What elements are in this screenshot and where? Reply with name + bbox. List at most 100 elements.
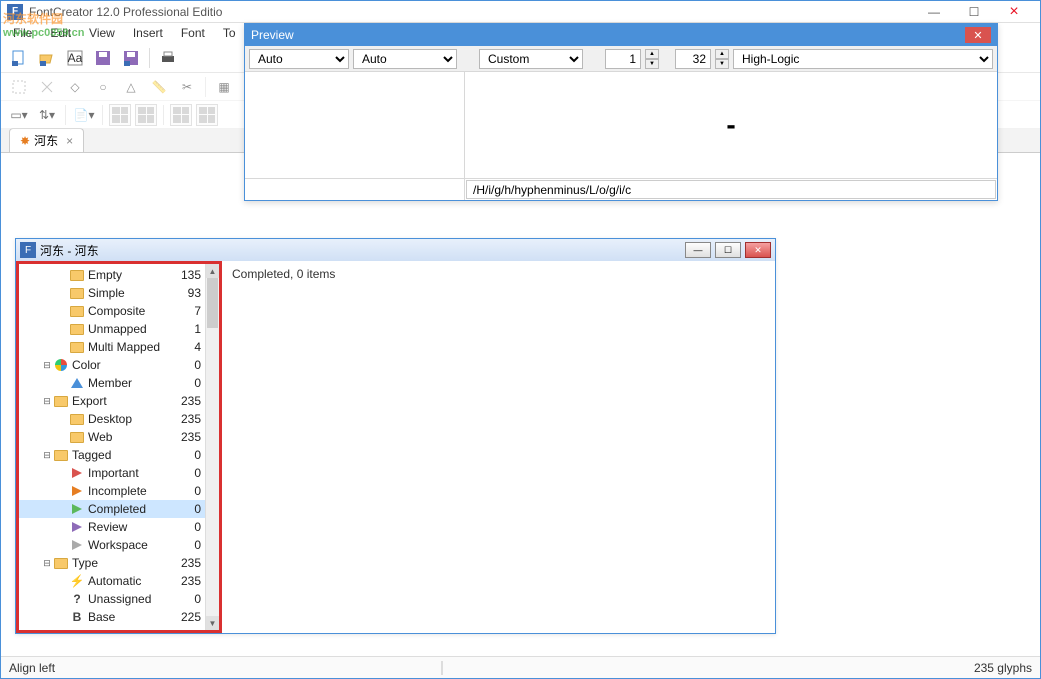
preview-num1-input[interactable] — [605, 49, 641, 69]
tool-icon[interactable] — [35, 75, 59, 99]
new-button[interactable] — [7, 46, 31, 70]
save2-button[interactable] — [119, 46, 143, 70]
triangle-icon — [69, 376, 85, 390]
tree-item-color[interactable]: ⊟Color0 — [19, 356, 219, 374]
preview-font-select[interactable]: High-Logic — [733, 49, 993, 69]
tree-item-type[interactable]: ⊟ Type235 — [19, 554, 219, 572]
color-wheel-icon — [53, 358, 69, 372]
save-button[interactable] — [91, 46, 115, 70]
select-rect-icon[interactable] — [7, 75, 31, 99]
menu-font[interactable]: Font — [173, 24, 213, 42]
tree-item-completed[interactable]: Completed0 — [19, 500, 219, 518]
tree-item-review[interactable]: Review0 — [19, 518, 219, 536]
tool3-icon[interactable]: ○ — [91, 75, 115, 99]
separator — [149, 48, 150, 68]
grid1-button[interactable] — [109, 104, 131, 126]
tree-item-workspace[interactable]: Workspace0 — [19, 536, 219, 554]
minimize-button[interactable]: — — [914, 2, 954, 22]
tree-scrollbar[interactable]: ▲ ▼ — [205, 264, 219, 630]
grid3-button[interactable] — [170, 104, 192, 126]
expander-icon[interactable]: ⊟ — [41, 450, 53, 461]
preview-num2-input[interactable] — [675, 49, 711, 69]
tree-count: 235 — [177, 574, 201, 588]
tree-item-multi-mapped[interactable]: Multi Mapped4 — [19, 338, 219, 356]
tree-item-tagged[interactable]: ⊟Tagged0 — [19, 446, 219, 464]
tree-count: 0 — [177, 358, 201, 372]
preview-titlebar[interactable]: Preview ✕ — [245, 24, 997, 46]
child-titlebar[interactable]: F 河东 - 河东 — ☐ ✕ — [16, 239, 775, 261]
tree-item-desktop[interactable]: Desktop235 — [19, 410, 219, 428]
tree-item-simple[interactable]: Simple93 — [19, 284, 219, 302]
open-button[interactable] — [35, 46, 59, 70]
tree-item-ligature[interactable]: fiLigature0 — [19, 626, 219, 633]
tree-label: Tagged — [72, 448, 177, 462]
tool4-icon[interactable]: △ — [119, 75, 143, 99]
scroll-down-icon[interactable]: ▼ — [206, 616, 219, 630]
preview-input-left[interactable] — [245, 179, 465, 200]
tree-count: 0 — [177, 592, 201, 606]
tree-count: 235 — [177, 556, 201, 570]
tree-item-base[interactable]: BBase225 — [19, 608, 219, 626]
tree-label: Simple — [88, 286, 177, 300]
spinner2[interactable]: ▲▼ — [715, 49, 729, 69]
maximize-button[interactable]: ☐ — [954, 2, 994, 22]
tab-hedong[interactable]: ✸ 河东 × — [9, 128, 84, 152]
preview-close-button[interactable]: ✕ — [965, 27, 991, 43]
expander-icon[interactable]: ⊟ — [41, 396, 53, 407]
layout1-button[interactable]: ▭▾ — [7, 103, 31, 127]
tree-item-web[interactable]: Web235 — [19, 428, 219, 446]
grid2-button[interactable] — [135, 104, 157, 126]
menu-file[interactable]: File — [5, 24, 40, 42]
preview-custom-select[interactable]: Custom — [479, 49, 583, 69]
tree-count: 1 — [177, 322, 201, 336]
tree-item-unassigned[interactable]: ?Unassigned0 — [19, 590, 219, 608]
tree-label: Workspace — [88, 538, 177, 552]
tree-item-export[interactable]: ⊟Export235 — [19, 392, 219, 410]
tree-count: 0 — [177, 520, 201, 534]
gear-icon: ✸ — [20, 134, 30, 148]
tree-count: 7 — [177, 304, 201, 318]
tab-close-icon[interactable]: × — [66, 134, 73, 148]
tree-item-unmapped[interactable]: Unmapped1 — [19, 320, 219, 338]
preview-input-text[interactable]: /H/i/g/h/hyphenminus/L/o/g/i/c — [466, 180, 996, 199]
folder-icon — [53, 556, 69, 570]
scroll-thumb[interactable] — [207, 278, 218, 328]
tree-item-important[interactable]: Important0 — [19, 464, 219, 482]
page-button[interactable]: 📄▾ — [72, 103, 96, 127]
tree-label: Type — [72, 556, 177, 570]
menu-view[interactable]: View — [81, 24, 123, 42]
separator — [65, 105, 66, 125]
preview-auto1-select[interactable]: Auto — [249, 49, 349, 69]
tool2-icon[interactable]: ◇ — [63, 75, 87, 99]
knife-icon[interactable]: ✂ — [175, 75, 199, 99]
tree-item-incomplete[interactable]: Incomplete0 — [19, 482, 219, 500]
spinner1[interactable]: ▲▼ — [645, 49, 659, 69]
separator — [102, 105, 103, 125]
category-tree[interactable]: Empty135Simple93Composite7Unmapped1Multi… — [19, 264, 219, 633]
print-button[interactable] — [156, 46, 180, 70]
expander-icon[interactable]: ⊟ — [41, 360, 53, 371]
menu-to[interactable]: To — [215, 24, 244, 42]
tree-item-composite[interactable]: Composite7 — [19, 302, 219, 320]
measure-icon[interactable]: 📏 — [147, 75, 171, 99]
scroll-up-icon[interactable]: ▲ — [206, 264, 219, 278]
view1-icon[interactable]: ▦ — [212, 75, 236, 99]
layout2-button[interactable]: ⇅▾ — [35, 103, 59, 127]
glyph-button[interactable]: Aa — [63, 46, 87, 70]
menu-edit[interactable]: Edit — [42, 24, 79, 42]
preview-auto2-select[interactable]: Auto — [353, 49, 457, 69]
tree-item-automatic[interactable]: ⚡Automatic235 — [19, 572, 219, 590]
tree-item-member[interactable]: Member0 — [19, 374, 219, 392]
grid4-button[interactable] — [196, 104, 218, 126]
child-minimize-button[interactable]: — — [685, 242, 711, 258]
tree-item-empty[interactable]: Empty135 — [19, 266, 219, 284]
child-maximize-button[interactable]: ☐ — [715, 242, 741, 258]
status-right: 235 glyphs — [974, 661, 1032, 675]
menu-insert[interactable]: Insert — [125, 24, 171, 42]
expander-icon[interactable]: ⊟ — [41, 558, 53, 569]
tree-label: Export — [72, 394, 177, 408]
child-close-button[interactable]: ✕ — [745, 242, 771, 258]
tree-count: 0 — [177, 628, 201, 633]
flag-icon — [69, 520, 85, 534]
close-button[interactable]: × — [994, 2, 1034, 22]
